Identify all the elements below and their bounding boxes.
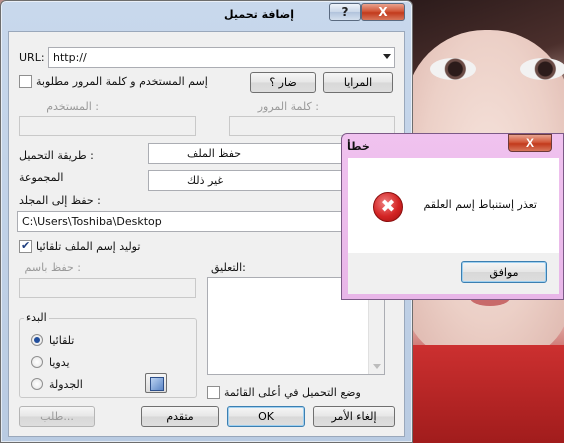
autoname-checkbox[interactable] bbox=[19, 239, 32, 253]
cancel-button[interactable]: إلغاء الأمر bbox=[313, 406, 395, 427]
photo-eye bbox=[430, 58, 476, 80]
error-close-button[interactable]: X bbox=[508, 134, 552, 152]
url-label: URL: bbox=[19, 51, 45, 64]
calendar-icon[interactable] bbox=[145, 373, 167, 393]
username-field[interactable] bbox=[19, 116, 196, 136]
scroll-down-icon[interactable] bbox=[373, 364, 381, 369]
error-message: تعذر إستنباط إسم العلقم bbox=[423, 198, 537, 211]
download-method-value: حفظ الملف bbox=[187, 147, 242, 160]
error-body: ✖ تعذر إستنباط إسم العلقم bbox=[348, 158, 559, 253]
start-groupbox bbox=[19, 318, 197, 398]
paste-button[interactable]: ضار ؟ bbox=[250, 72, 316, 93]
username-label: المستخدم : bbox=[46, 100, 99, 113]
start-schedule-radio[interactable] bbox=[31, 378, 43, 390]
error-ok-button[interactable]: موافق bbox=[461, 261, 547, 283]
top-of-queue-label: وضع التحميل في أعلى القائمة bbox=[224, 386, 361, 399]
download-method-label: طريقة التحميل : bbox=[19, 149, 94, 162]
save-to-combo[interactable]: C:\Users\Toshiba\Desktop bbox=[17, 211, 395, 232]
auth-required-label: إسم المستخدم و كلمة المرور مطلوبة bbox=[36, 75, 208, 88]
error-title: خطأ bbox=[347, 140, 370, 153]
start-manual-label: يدويا bbox=[49, 356, 70, 369]
start-schedule-label: الجدولة bbox=[49, 378, 83, 391]
auth-required-checkbox[interactable] bbox=[19, 75, 32, 88]
error-footer: موافق bbox=[348, 253, 559, 294]
title-bar[interactable]: إضافة تحميل ? X bbox=[1, 1, 412, 27]
top-of-queue-checkbox[interactable] bbox=[207, 386, 220, 399]
photo-eye bbox=[520, 58, 564, 80]
chevron-down-icon[interactable] bbox=[383, 54, 391, 59]
comment-label: التعليق: bbox=[211, 261, 246, 274]
group-value: غير ذلك bbox=[187, 174, 224, 187]
advanced-button[interactable]: متقدم bbox=[141, 406, 219, 427]
ok-button[interactable]: OK bbox=[227, 406, 305, 427]
help-button[interactable]: ? bbox=[329, 3, 361, 21]
url-value: http:// bbox=[53, 51, 87, 64]
error-dialog: خطأ X ✖ تعذر إستنباط إسم العلقم موافق bbox=[341, 133, 564, 300]
save-as-field[interactable] bbox=[19, 278, 196, 298]
password-label: كلمة المرور : bbox=[257, 100, 319, 113]
url-combo[interactable]: http:// bbox=[48, 47, 395, 68]
group-label: المجموعة bbox=[19, 171, 64, 184]
start-manual-radio[interactable] bbox=[31, 356, 43, 368]
photo-shirt bbox=[395, 345, 564, 443]
mirrors-button[interactable]: المرايا bbox=[323, 72, 393, 93]
close-button[interactable]: X bbox=[361, 3, 405, 21]
save-to-label: حفظ إلى المجلد : bbox=[19, 194, 101, 207]
dialog-title: إضافة تحميل bbox=[224, 8, 294, 21]
login-button[interactable]: طلب... bbox=[19, 406, 95, 427]
save-to-value: C:\Users\Toshiba\Desktop bbox=[22, 215, 162, 228]
start-auto-radio[interactable] bbox=[31, 334, 43, 346]
save-as-label: حفظ باسم : bbox=[24, 261, 81, 274]
autoname-label: توليد إسم الملف تلقائيا bbox=[36, 240, 141, 253]
start-group-title: البدء bbox=[24, 311, 49, 324]
error-x-icon: ✖ bbox=[373, 192, 403, 222]
start-auto-label: تلقائيا bbox=[49, 334, 75, 347]
